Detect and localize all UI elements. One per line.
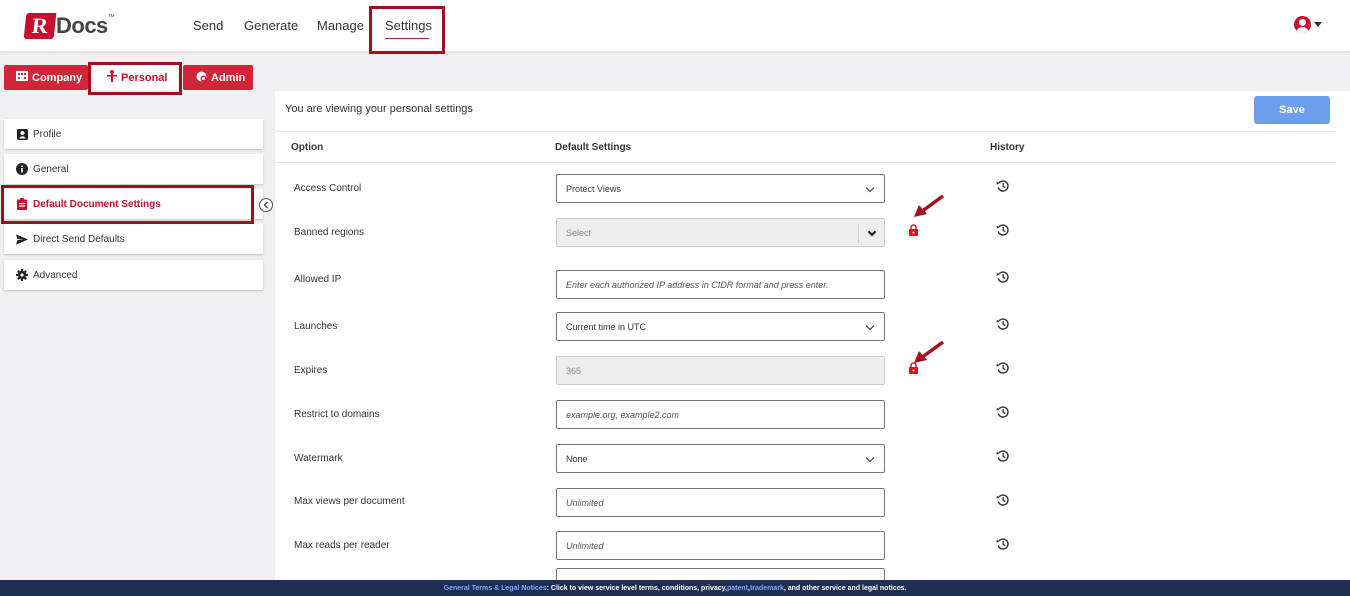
sidebar-item-general[interactable]: General: [4, 154, 263, 184]
user-avatar-icon: [1294, 16, 1311, 33]
collapse-sidebar-button[interactable]: [259, 198, 273, 212]
history-icon[interactable]: [996, 270, 1010, 284]
history-icon[interactable]: [996, 317, 1010, 331]
logo-text: Docs: [56, 13, 108, 38]
rdocs-logo[interactable]: R Docs ™: [23, 12, 115, 40]
row-label-max-reads: Max reads per reader: [294, 540, 390, 551]
max-reads-input[interactable]: Unlimited: [556, 531, 885, 560]
sidebar-item-profile[interactable]: Profile: [4, 119, 263, 149]
history-icon[interactable]: [996, 493, 1010, 507]
select-value: Protect Views: [566, 183, 621, 194]
history-icon[interactable]: [996, 179, 1010, 193]
chevron-down-icon: [865, 321, 875, 331]
chevron-down-icon: [865, 453, 875, 463]
save-button[interactable]: Save: [1254, 96, 1330, 124]
row-label-allowed-ip: Allowed IP: [294, 274, 342, 285]
personal-highlight-box: [88, 62, 182, 95]
building-icon: [16, 71, 28, 84]
select-value: Select: [566, 227, 592, 238]
input-placeholder: Enter each authorized IP address in CIDR…: [566, 279, 829, 290]
sidebar-item-label: Advanced: [33, 269, 78, 281]
lock-icon: [909, 224, 918, 236]
viewing-notice: You are viewing your personal settings: [285, 103, 473, 115]
access-control-select[interactable]: Protect Views: [556, 174, 885, 203]
row-label-access-control: Access Control: [294, 183, 362, 194]
footer-text: : Click to view service level terms, con…: [546, 584, 727, 592]
tab-company[interactable]: Company: [4, 65, 88, 90]
history-icon[interactable]: [996, 537, 1010, 551]
chevron-left-icon: [263, 201, 268, 209]
header-divider: [275, 131, 1336, 132]
input-placeholder: Unlimited: [566, 497, 604, 508]
legal-footer: General Terms & Legal Notices : Click to…: [0, 580, 1350, 596]
chevron-down-icon: [865, 183, 875, 193]
restrict-domains-input[interactable]: example.org, example2.com: [556, 400, 885, 429]
logo-letter: R: [23, 13, 57, 39]
legal-notices-link[interactable]: General Terms & Legal Notices: [444, 585, 547, 592]
sidebar-item-direct-send-defaults[interactable]: Direct Send Defaults: [4, 224, 263, 254]
profile-icon: [16, 128, 28, 140]
nav-generate[interactable]: Generate: [244, 18, 298, 33]
table-header-divider: [275, 162, 1336, 163]
nav-send[interactable]: Send: [193, 18, 223, 33]
launches-select[interactable]: Current time in UTC: [556, 312, 885, 341]
logo-trademark: ™: [107, 14, 115, 21]
shield-icon: [196, 71, 207, 85]
input-value: 365: [566, 365, 582, 376]
input-placeholder: Unlimited: [566, 540, 604, 551]
history-icon[interactable]: [996, 361, 1010, 375]
expires-input[interactable]: 365: [556, 356, 885, 385]
max-views-input[interactable]: Unlimited: [556, 488, 885, 517]
sidebar-item-label: General: [33, 163, 69, 175]
sidebar-item-advanced[interactable]: Advanced: [4, 260, 263, 290]
row-label-banned-regions: Banned regions: [294, 227, 365, 238]
annotation-arrow-icon: [914, 340, 945, 363]
banned-regions-select[interactable]: Select: [556, 218, 885, 247]
trademark-link[interactable]: trademark: [750, 585, 784, 592]
footer-text-end: , and other service and legal notices.: [783, 584, 907, 592]
sidebar-item-label: Direct Send Defaults: [33, 233, 125, 245]
column-header-option: Option: [291, 142, 324, 153]
row-label-max-views: Max views per document: [294, 496, 405, 507]
column-header-default-settings: Default Settings: [555, 142, 632, 153]
top-bar: R Docs ™ Send Generate Manage Settings: [0, 0, 1350, 52]
row-label-watermark: Watermark: [294, 453, 343, 464]
history-icon[interactable]: [996, 405, 1010, 419]
info-icon: [16, 163, 28, 175]
row-label-restrict-to-domains: Restrict to domains: [294, 409, 380, 420]
history-icon[interactable]: [996, 223, 1010, 237]
row-label-expires: Expires: [294, 365, 328, 376]
patent-link[interactable]: patent: [727, 585, 748, 592]
column-header-history: History: [990, 142, 1025, 153]
row-label-launches: Launches: [294, 321, 338, 332]
gear-icon: [16, 269, 28, 281]
tab-company-label: Company: [32, 71, 83, 84]
select-value: Current time in UTC: [566, 321, 647, 332]
chevron-down-icon: [867, 227, 877, 237]
caret-down-icon: [1314, 22, 1322, 27]
select-divider: [858, 224, 859, 243]
nav-manage[interactable]: Manage: [317, 18, 364, 33]
tab-admin[interactable]: Admin: [183, 65, 253, 90]
select-value: None: [566, 453, 588, 464]
history-icon[interactable]: [996, 449, 1010, 463]
settings-highlight-box: [369, 6, 445, 54]
input-placeholder: example.org, example2.com: [566, 409, 680, 420]
paper-plane-icon: [16, 233, 28, 245]
allowed-ip-input[interactable]: Enter each authorized IP address in CIDR…: [556, 270, 885, 299]
annotation-arrow-icon: [914, 194, 945, 217]
active-item-highlight-box: [1, 185, 254, 224]
watermark-select[interactable]: None: [556, 444, 885, 473]
tab-admin-label: Admin: [211, 71, 246, 84]
sidebar-item-label: Profile: [33, 128, 62, 140]
user-menu[interactable]: [1294, 16, 1322, 33]
